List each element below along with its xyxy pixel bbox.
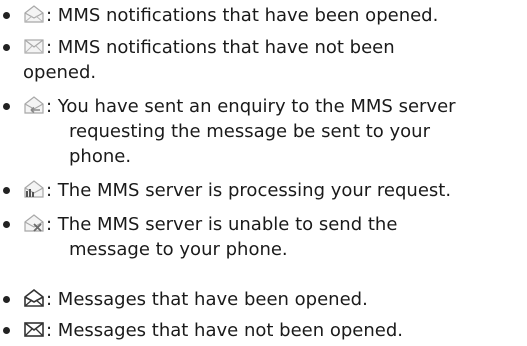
list-item-line: opened. <box>23 62 97 83</box>
list-item-text: : Messages that have not been opened. <box>46 318 523 343</box>
list-item: : The MMS server is unable to send the m… <box>0 212 527 264</box>
list-item-text: : Messages that have been opened. <box>46 287 523 312</box>
list-item: : You have sent an enquiry to the MMS se… <box>0 94 527 170</box>
bullet <box>3 327 10 334</box>
list-item-text: : MMS notifications that have been opene… <box>46 3 523 28</box>
list-item: : Messages that have been opened. <box>0 287 527 313</box>
list-item-line: : The MMS server is unable to send the <box>46 214 398 235</box>
icon-legend-list: : MMS notifications that have been opene… <box>0 0 527 346</box>
list-item-line: : MMS notifications that have been opene… <box>46 5 439 26</box>
list-item-line: requesting the message be sent to your <box>69 121 430 142</box>
list-item: : MMS notifications that have been opene… <box>0 3 527 29</box>
bullet <box>3 221 10 228</box>
bullet <box>3 187 10 194</box>
mms-notification-opened-icon <box>23 3 45 25</box>
list-item-text: : You have sent an enquiry to the MMS se… <box>46 94 523 169</box>
list-item: : Messages that have not been opened. <box>0 318 527 344</box>
list-item-line: : You have sent an enquiry to the MMS se… <box>46 96 456 117</box>
list-item-text: : MMS notifications that have not been o… <box>23 35 523 85</box>
bullet <box>3 44 10 51</box>
mms-server-failed-icon <box>23 212 45 234</box>
bullet <box>3 103 10 110</box>
list-item-text: : The MMS server is unable to send the m… <box>46 212 523 262</box>
mms-enquiry-sent-icon <box>23 94 45 116</box>
mms-server-processing-icon <box>23 178 45 200</box>
list-item-line: : Messages that have not been opened. <box>46 320 403 341</box>
list-item-line: : Messages that have been opened. <box>46 289 368 310</box>
list-item: : MMS notifications that have not been o… <box>0 35 527 87</box>
list-item: : The MMS server is processing your requ… <box>0 178 527 204</box>
list-item-line: : The MMS server is processing your requ… <box>46 180 452 201</box>
message-unopened-icon <box>23 318 45 340</box>
list-item-line: : MMS notifications that have not been <box>46 37 395 58</box>
bullet <box>3 296 10 303</box>
list-item-text: : The MMS server is processing your requ… <box>46 178 523 203</box>
list-item-line: phone. <box>69 146 132 167</box>
message-opened-icon <box>23 287 45 309</box>
list-item-line: message to your phone. <box>69 239 288 260</box>
bullet <box>3 12 10 19</box>
